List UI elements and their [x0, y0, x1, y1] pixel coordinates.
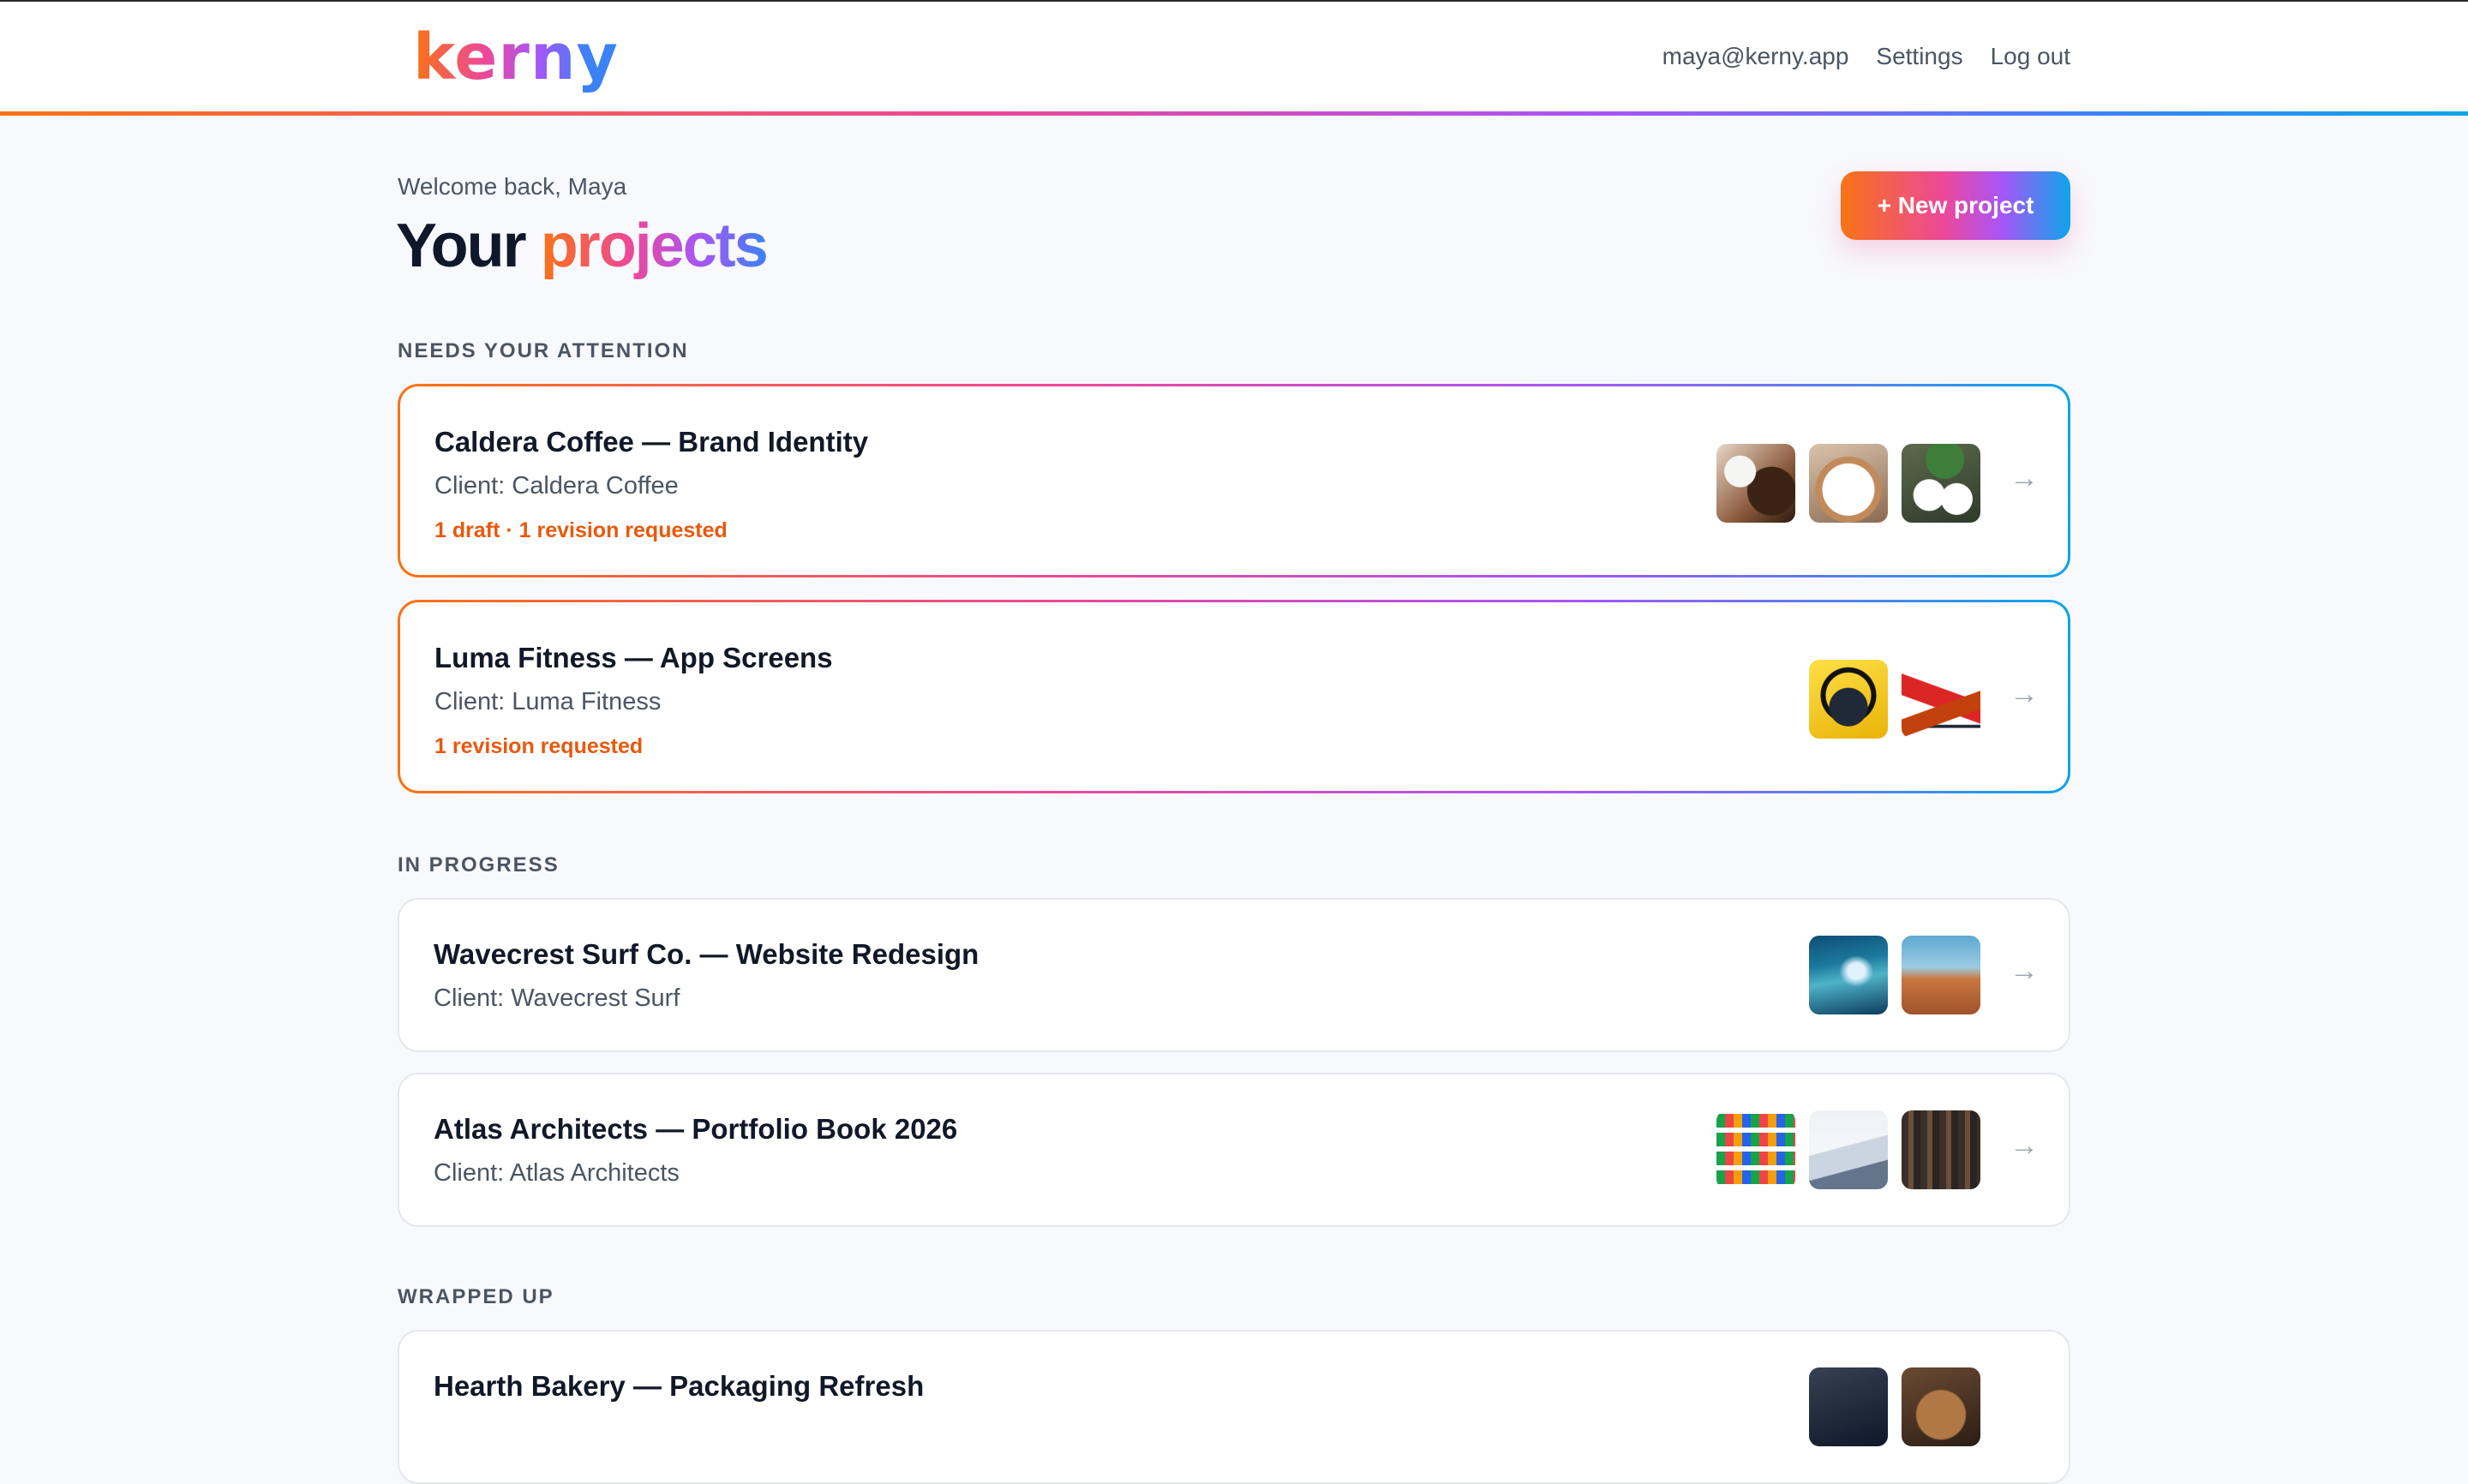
yoga-image: [1902, 660, 1980, 739]
logout-link[interactable]: Log out: [1991, 43, 2070, 70]
settings-link[interactable]: Settings: [1876, 43, 1962, 70]
account-email-link[interactable]: maya@kerny.app: [1662, 43, 1849, 70]
project-card-hearth-bakery[interactable]: Hearth Bakery — Packaging Refresh: [398, 1330, 2070, 1484]
arrow-right-icon[interactable]: →: [2010, 1129, 2039, 1163]
project-title: Atlas Architects — Portfolio Book 2026: [434, 1113, 958, 1145]
project-card-caldera-coffee[interactable]: Caldera Coffee — Brand Identity Client: …: [398, 384, 2070, 577]
project-title: Luma Fitness — App Screens: [434, 642, 833, 673]
latte-art-image: [1809, 444, 1888, 523]
arrow-right-icon[interactable]: →: [2010, 678, 2039, 711]
coffee-beans-image: [1716, 444, 1795, 523]
arrow-right-icon[interactable]: →: [2010, 462, 2039, 495]
project-title: Wavecrest Surf Co. — Website Redesign: [434, 938, 979, 970]
shelves-image: [1716, 1110, 1795, 1189]
project-thumbnails: [1809, 936, 1980, 1014]
building-image: [1809, 1110, 1888, 1189]
new-project-button[interactable]: + New project: [1841, 171, 2070, 240]
desert-image: [1902, 936, 1980, 1014]
project-status: 1 draft · 1 revision requested: [434, 518, 728, 542]
project-thumbnails: [1809, 660, 1980, 739]
project-thumbnails: [1716, 1110, 1980, 1189]
section-label-attention: NEEDS YOUR ATTENTION: [398, 339, 689, 362]
section-label-in-progress: IN PROGRESS: [398, 853, 560, 877]
kerny-logo[interactable]: kerny: [413, 21, 619, 94]
top-nav: maya@kerny.app Settings Log out: [1662, 43, 2070, 70]
dark-image: [1809, 1367, 1888, 1446]
surf-wave-image: [1809, 936, 1888, 1014]
library-image: [1902, 1110, 1980, 1189]
section-label-wrapped-up: WRAPPED UP: [398, 1285, 554, 1308]
project-client: Client: Atlas Architects: [434, 1159, 680, 1187]
project-thumbnails: [1716, 444, 1980, 523]
page-title: Your projects: [396, 211, 769, 281]
top-bar: kerny maya@kerny.app Settings Log out: [0, 2, 2468, 116]
project-title: Hearth Bakery — Packaging Refresh: [434, 1370, 925, 1402]
project-card-atlas-architects[interactable]: Atlas Architects — Portfolio Book 2026 C…: [398, 1073, 2070, 1227]
project-thumbnails: [1809, 1367, 1980, 1446]
project-client: Client: Caldera Coffee: [434, 472, 679, 500]
page-title-plain: Your: [396, 212, 527, 280]
page-title-accent: projects: [540, 212, 769, 280]
project-client: Client: Luma Fitness: [434, 688, 662, 715]
coffee-cups-image: [1902, 444, 1980, 523]
project-title: Caldera Coffee — Brand Identity: [434, 426, 869, 458]
headphones-image: [1809, 660, 1888, 739]
project-client: Client: Wavecrest Surf: [434, 984, 680, 1012]
project-status: 1 revision requested: [434, 734, 644, 758]
project-card-wavecrest-surf[interactable]: Wavecrest Surf Co. — Website Redesign Cl…: [398, 898, 2070, 1052]
arrow-right-icon[interactable]: →: [2010, 954, 2039, 988]
bread-image: [1902, 1367, 1980, 1446]
welcome-text: Welcome back, Maya: [398, 173, 627, 200]
project-card-luma-fitness[interactable]: Luma Fitness — App Screens Client: Luma …: [398, 600, 2070, 793]
header-gradient-divider: [0, 111, 2468, 116]
